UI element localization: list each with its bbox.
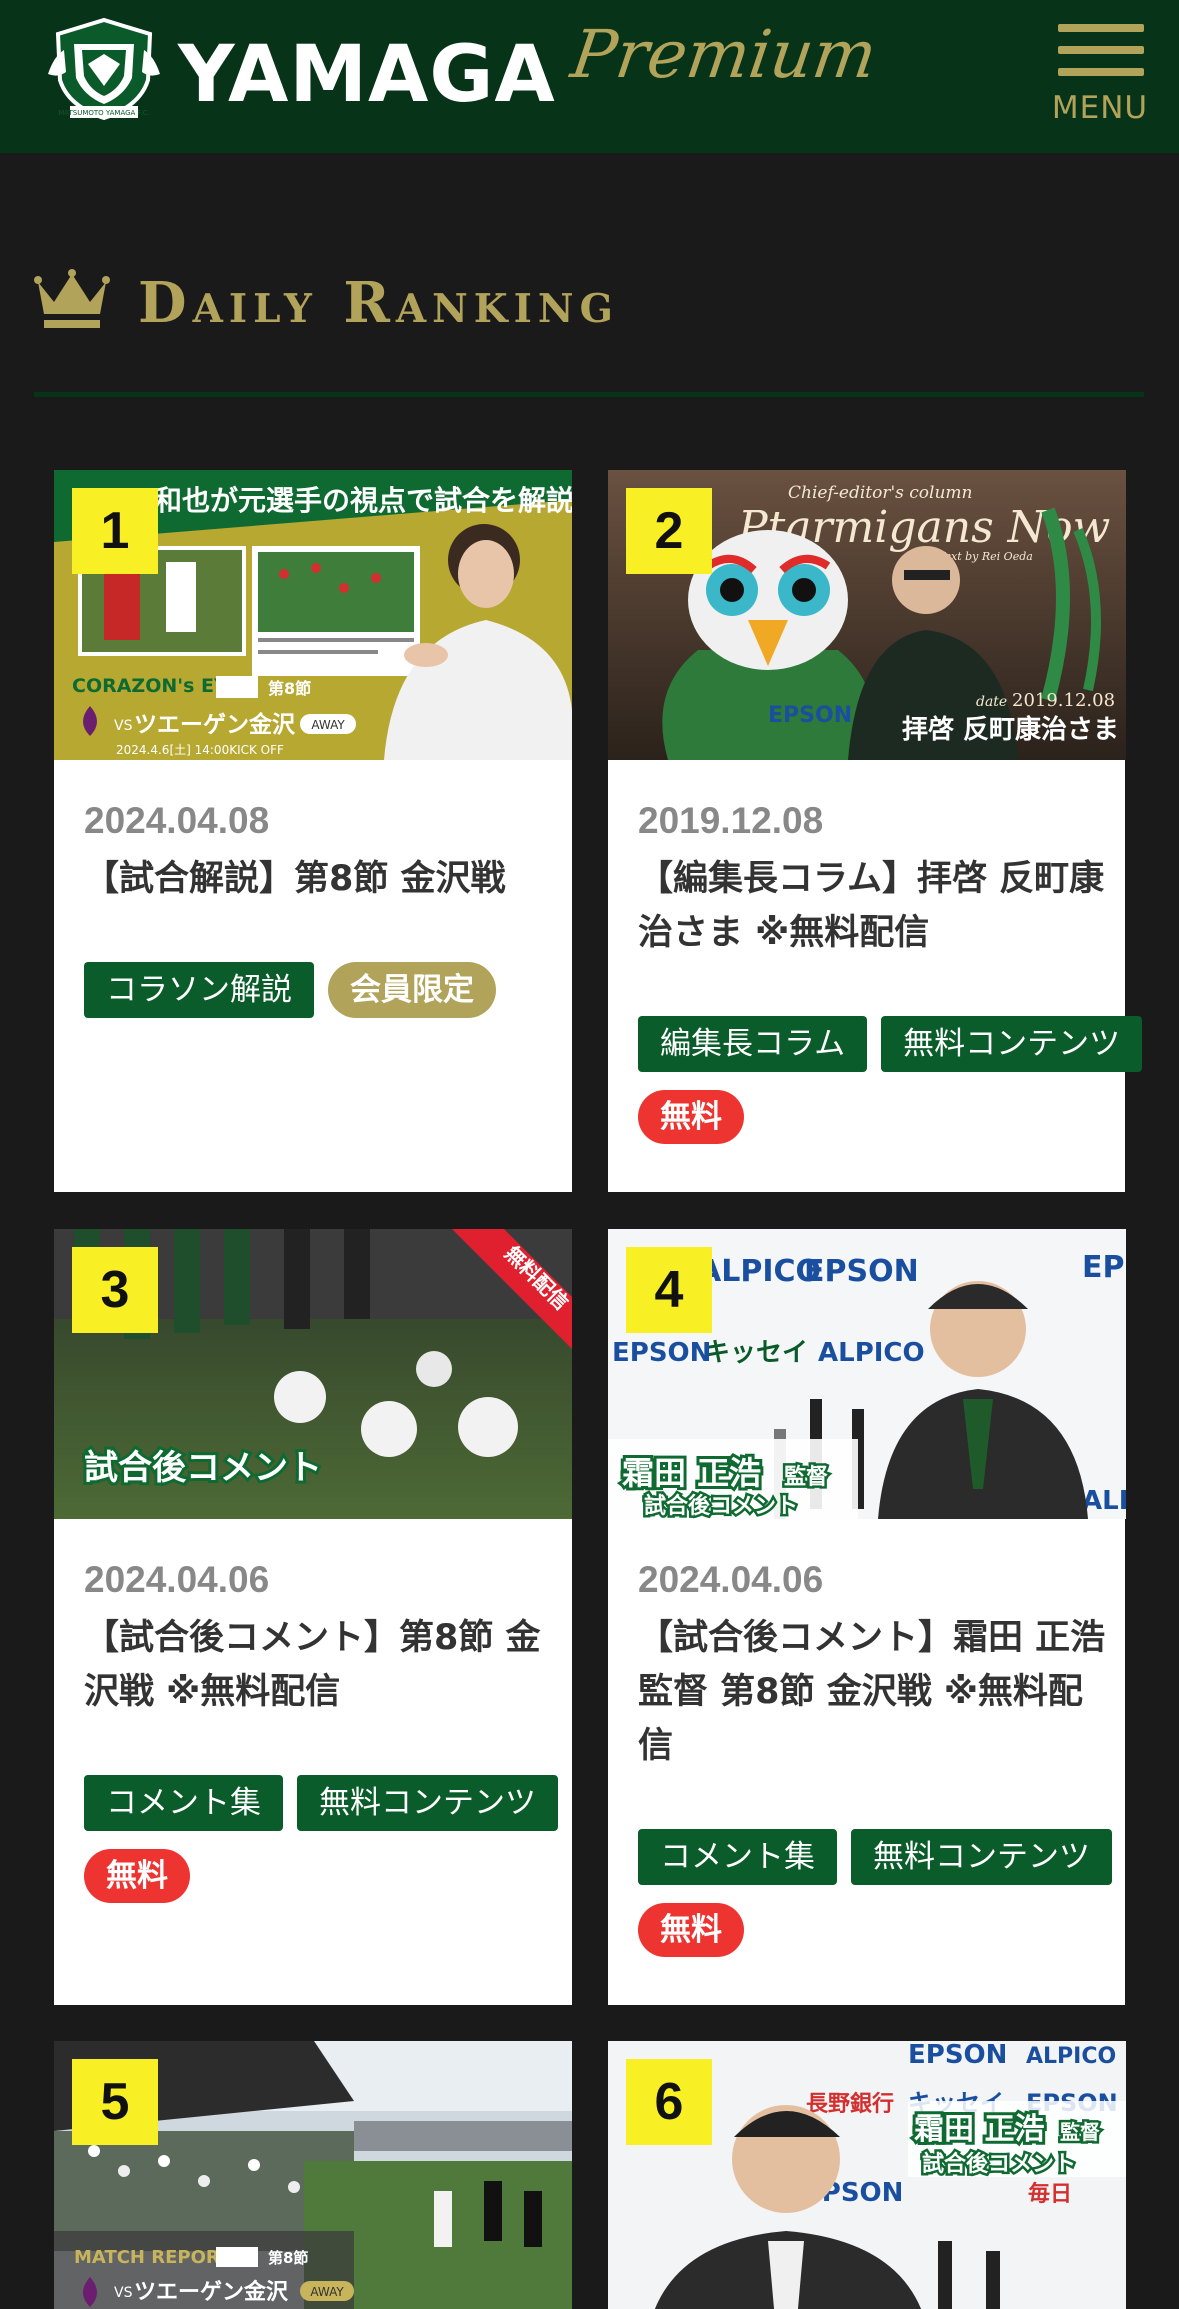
tag-list: 編集長コラム 無料コンテンツ 無料 [638,1016,1179,1162]
article-date: 2024.04.06 [84,1559,270,1600]
thumb-away: AWAY [311,718,345,732]
article-date: 2024.04.08 [84,800,270,841]
thumb-vs: VS [114,2285,133,2301]
article-card[interactable]: MATCH REPORT 第8節 VS ツエーゲン金沢 AWAY 5 [54,2041,572,2309]
site-header: MATSUMOTO YAMAGA F.C. YAMAGA Premium MEN… [0,0,1179,153]
thumb-round: 第8節 [268,679,311,698]
rank-badge: 1 [72,488,158,574]
tag-list: コラソン解説 会員限定 [84,962,644,1036]
category-tag[interactable]: 無料コンテンツ [297,1775,558,1831]
free-badge[interactable]: 無料 [638,1903,744,1957]
article-thumbnail[interactable]: MATCH REPORT 第8節 VS ツエーゲン金沢 AWAY 5 [54,2041,572,2309]
thumb-opponent: ツエーゲン金沢 [134,2279,289,2305]
article-thumbnail[interactable]: EPSON ALPICO 長野銀行 キッセイ EPSON EPSON 毎日 霜田… [608,2041,1126,2309]
sponsor-text: EPSON [612,1338,711,1368]
thumb-name: 霜田 正浩 [914,2112,1044,2147]
rank-badge: 4 [626,1247,712,1333]
category-tag[interactable]: コメント集 [638,1829,837,1885]
tag-list: コメント集 無料コンテンツ 無料 [638,1829,1179,1975]
sponsor-text: ALPICO [1026,2044,1116,2069]
members-only-badge[interactable]: 会員限定 [328,962,496,1018]
rank-badge: 5 [72,2059,158,2145]
brand-name[interactable]: YAMAGA [178,36,556,114]
thumb-shirt-text: EPSON [768,703,852,728]
article-card[interactable]: Chief-editor's column Ptarmigans Now Tex… [608,470,1143,1192]
rank-badge: 3 [72,1247,158,1333]
thumb-caption: 試合後コメント [84,1448,322,1488]
article-thumbnail[interactable]: Chief-editor's column Ptarmigans Now Tex… [608,470,1126,760]
article-thumbnail[interactable]: ALPICO EPSON キッセイ ALPICO EPSON EPS ALP 霜… [608,1229,1126,1519]
hamburger-icon [1058,24,1144,32]
thumb-vs: VS [114,718,133,734]
sponsor-text: EPS [1082,1250,1126,1285]
category-tag[interactable]: コメント集 [84,1775,283,1831]
category-tag[interactable]: 編集長コラム [638,1016,868,1072]
sponsor-text: 毎日 [1028,2182,1072,2207]
sponsor-text: ALP [1082,1486,1126,1516]
article-title[interactable]: 【試合解説】第8節 金沢戦 [84,852,554,906]
sponsor-text: ALPICO [698,1254,821,1289]
divider [34,392,1144,397]
svg-text:MATSUMOTO YAMAGA F.C.: MATSUMOTO YAMAGA F.C. [58,109,150,117]
thumb-away: AWAY [310,2285,344,2299]
article-thumbnail[interactable]: 和也が元選手の視点で試合を解説! CORAZON's EYE 第8節 VS ツエ… [54,470,572,760]
thumb-caption: 試合後コメント [644,1493,798,1519]
sponsor-text: ALPICO [818,1338,925,1368]
article-card[interactable]: ALPICO EPSON キッセイ ALPICO EPSON EPS ALP 霜… [608,1229,1126,2005]
thumb-banner: 和也が元選手の視点で試合を解説! [154,484,572,517]
rank-badge: 2 [626,488,712,574]
article-card[interactable]: 和也が元選手の視点で試合を解説! CORAZON's EYE 第8節 VS ツエ… [54,470,572,1192]
article-date: 2024.04.06 [638,1559,824,1600]
thumb-name: 霜田 正浩 [622,1454,761,1492]
thumb-series: CORAZON's EYE [72,675,241,697]
article-title[interactable]: 【試合後コメント】霜田 正浩監督 第8節 金沢戦 ※無料配信 [638,1611,1108,1773]
thumb-date-label: date [976,694,1007,710]
thumb-round: 第8節 [268,2249,308,2267]
thumb-datetime: 2024.4.6[土] 14:00KICK OFF [116,743,284,757]
sponsor-text: 長野銀行 [806,2091,894,2117]
hamburger-icon [1058,68,1144,76]
category-tag[interactable]: コラソン解説 [84,962,314,1018]
article-title[interactable]: 【編集長コラム】拝啓 反町康治さま ※無料配信 [638,852,1108,960]
crown-icon [34,269,110,328]
category-tag[interactable]: 無料コンテンツ [851,1829,1112,1885]
article-card[interactable]: 無料配信 試合後コメント 3 2024.04.06 【試合後コメント】第8節 金… [54,1229,572,2005]
sponsor-text: キッセイ [704,1338,808,1368]
sponsor-text: EPSON [804,1254,919,1289]
category-tag[interactable]: 無料コンテンツ [881,1016,1143,1072]
thumb-series: MATCH REPORT [74,2247,232,2268]
article-thumbnail[interactable]: 無料配信 試合後コメント 3 [54,1229,572,1519]
thumb-caption: 試合後コメント [922,2151,1076,2177]
ranking-heading: Daily Ranking [138,270,619,336]
article-date: 2019.12.08 [638,800,824,841]
thumb-opponent: ツエーゲン金沢 [134,711,296,738]
menu-label: MENU [1051,90,1149,126]
thumb-role: 監督 [1060,2120,1100,2144]
thumb-role: 監督 [784,1464,828,1490]
rank-badge: 6 [626,2059,712,2145]
free-badge[interactable]: 無料 [638,1090,744,1144]
brand-premium-script[interactable]: Premium [567,16,882,93]
club-crest-logo[interactable]: MATSUMOTO YAMAGA F.C. [44,14,164,124]
free-badge[interactable]: 無料 [84,1849,190,1903]
tag-list: コメント集 無料コンテンツ 無料 [84,1775,644,1921]
menu-button[interactable]: MENU [1048,20,1148,130]
thumb-caption: 拝啓 反町康治さま [902,714,1119,745]
article-card[interactable]: EPSON ALPICO 長野銀行 キッセイ EPSON EPSON 毎日 霜田… [608,2041,1126,2309]
sponsor-text: EPSON [908,2041,1007,2070]
article-title[interactable]: 【試合後コメント】第8節 金沢戦 ※無料配信 [84,1611,554,1719]
thumb-subhead: Chief-editor's column [788,483,972,503]
hamburger-icon [1058,46,1144,54]
thumb-date-value: 2019.12.08 [1012,690,1115,711]
